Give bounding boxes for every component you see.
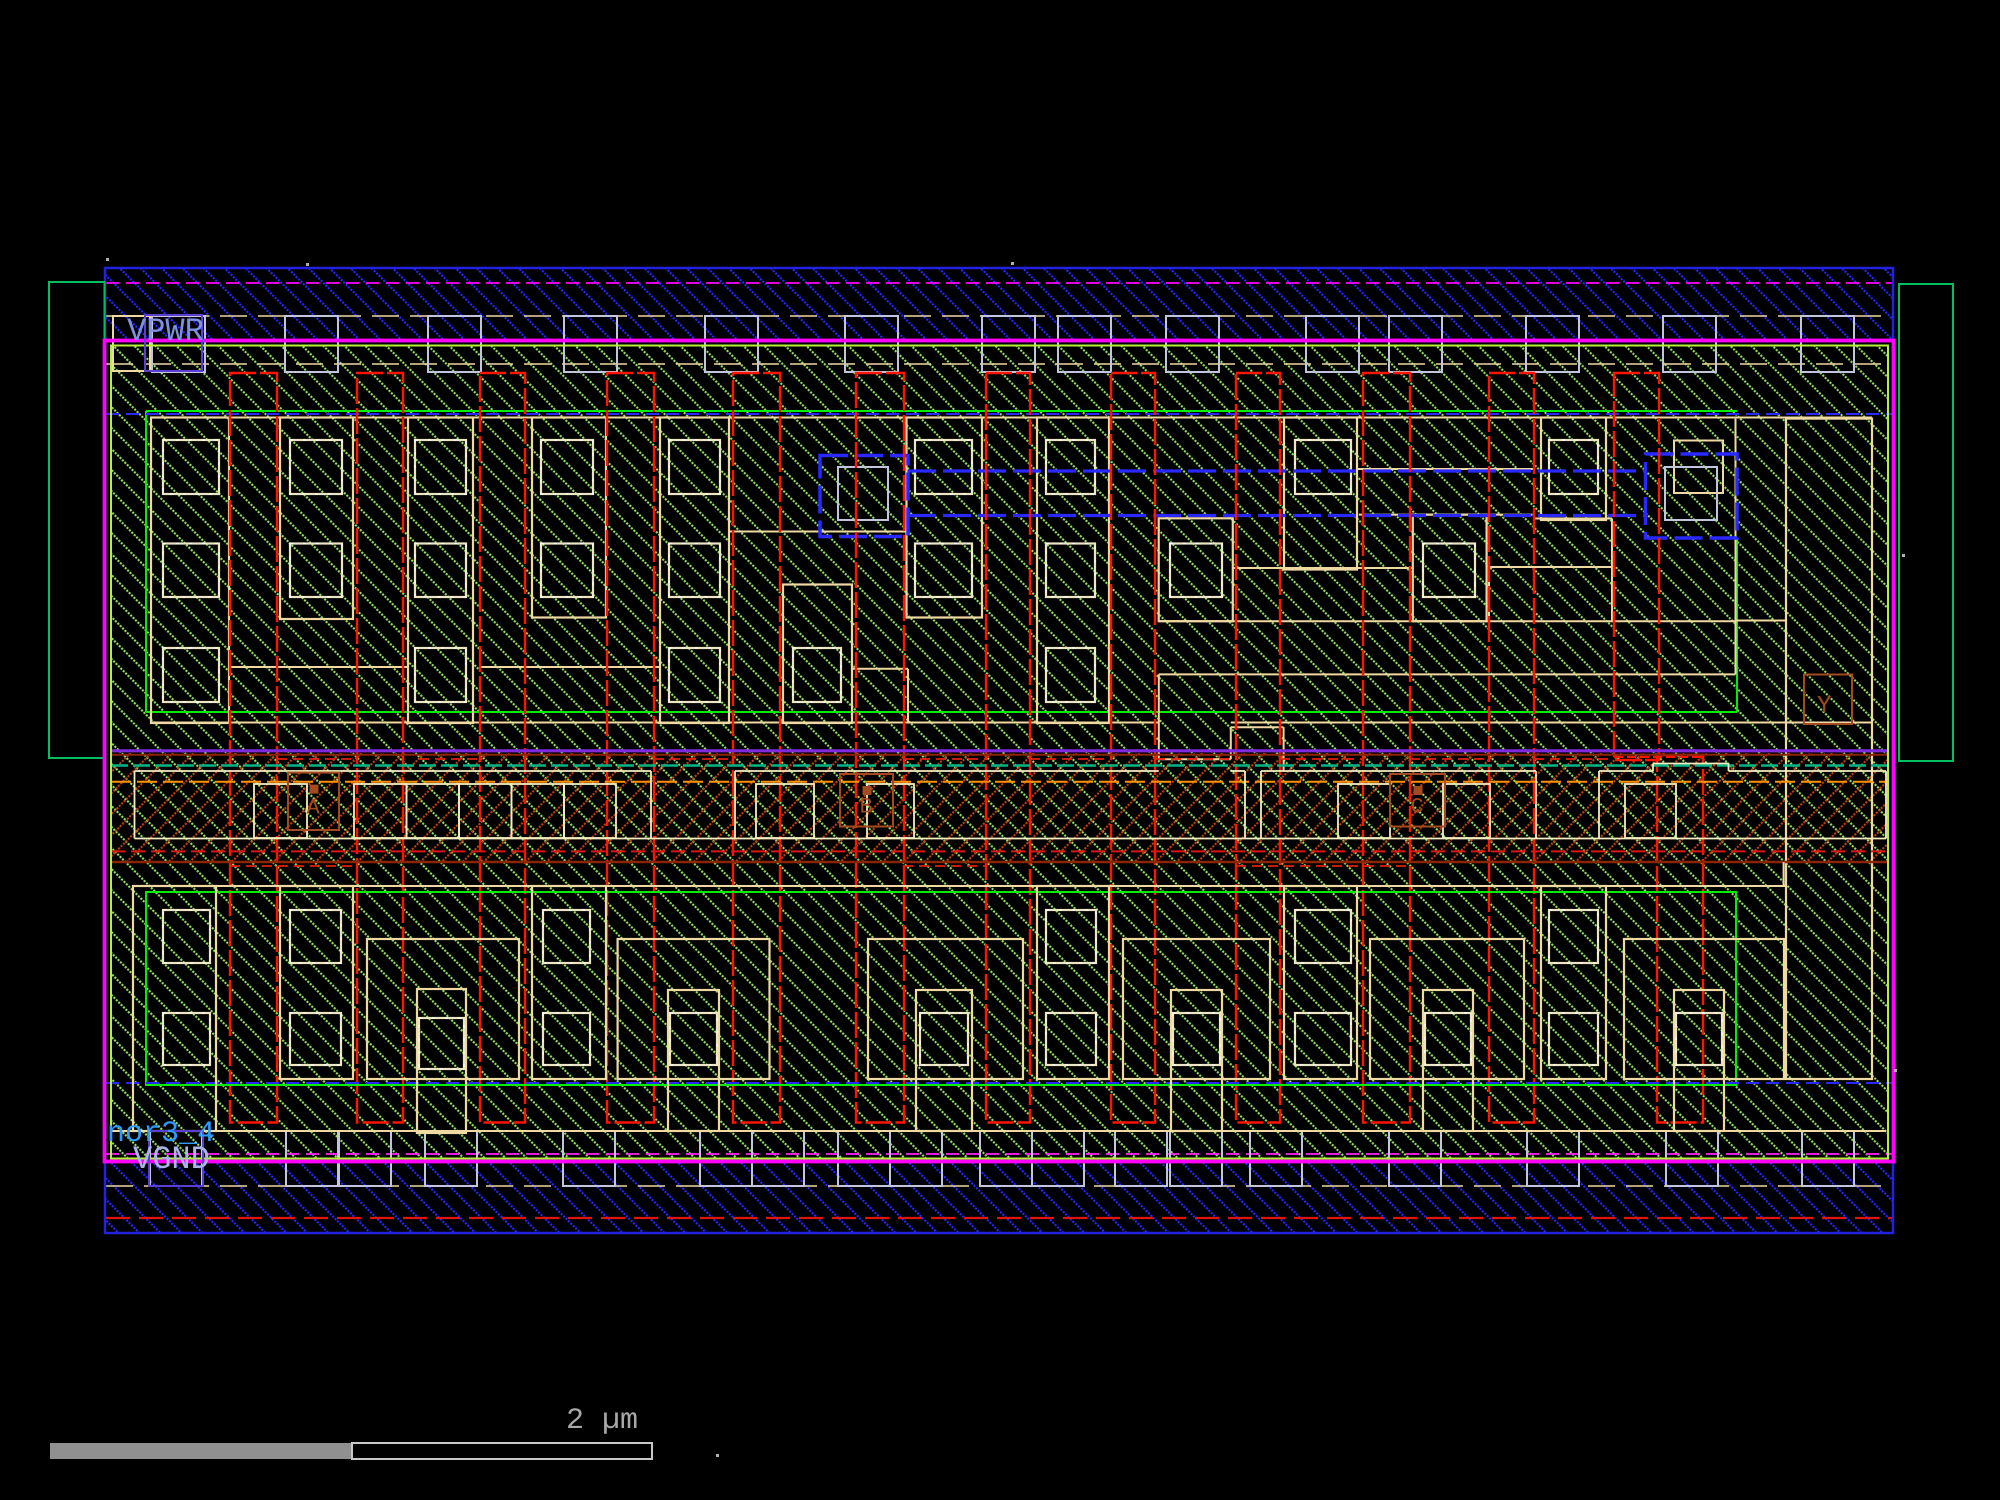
svg-text:VPWR: VPWR: [127, 313, 204, 350]
svg-text:Y: Y: [1817, 693, 1831, 720]
svg-text:B: B: [860, 794, 873, 819]
svg-text:C: C: [1411, 794, 1424, 819]
svg-text:VGND: VGND: [133, 1141, 210, 1178]
svg-text:2 µm: 2 µm: [566, 1404, 638, 1438]
svg-text:A: A: [307, 795, 321, 820]
